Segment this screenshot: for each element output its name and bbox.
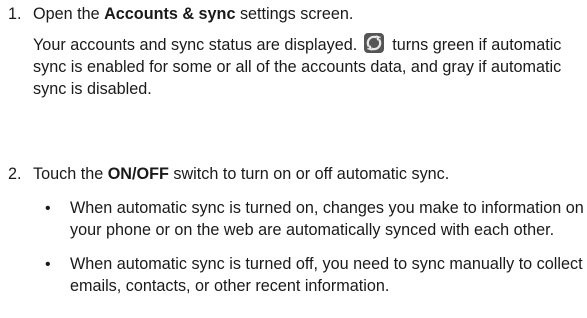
- step-1-instruction: Open the Accounts & sync settings screen…: [33, 4, 587, 26]
- accounts-sync-label: Accounts & sync: [104, 5, 236, 23]
- step-1-description: Your accounts and sync status are displa…: [33, 33, 581, 100]
- bullet-icon: •: [45, 256, 51, 273]
- step-2-text-before: Touch the: [33, 165, 108, 183]
- step-1-text-before: Open the: [33, 5, 105, 23]
- bullet-text-auto-sync-off: When automatic sync is turned off, you n…: [70, 255, 583, 295]
- step-1-description-before: Your accounts and sync status are displa…: [33, 36, 362, 54]
- step-number: 2.: [8, 165, 22, 183]
- bullet-text-auto-sync-on: When automatic sync is turned on, change…: [70, 199, 584, 239]
- step-2-text-after: switch to turn on or off automatic sync.: [168, 165, 450, 183]
- sync-icon: [363, 33, 384, 53]
- on-off-label: ON/OFF: [107, 165, 169, 183]
- bullet-icon: •: [45, 200, 51, 217]
- step-number: 1.: [8, 5, 22, 23]
- step-1-text-after: settings screen.: [235, 5, 354, 23]
- step-2-instruction: Touch the ON/OFF switch to turn on or of…: [33, 164, 587, 186]
